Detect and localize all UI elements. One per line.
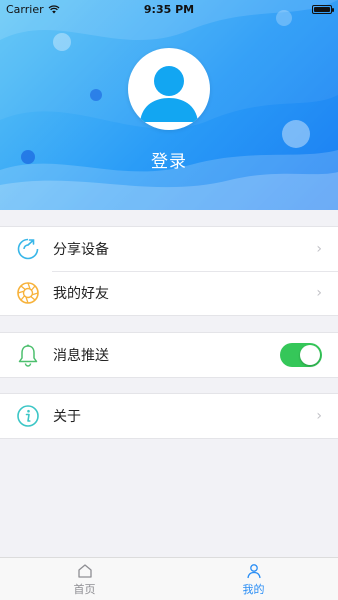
user-icon <box>246 563 261 578</box>
toggle-knob <box>300 345 320 365</box>
share-device-item[interactable]: 分享设备 › <box>0 227 338 271</box>
profile-header: 登录 <box>0 0 338 210</box>
aperture-icon <box>15 280 41 306</box>
about-label: 关于 <box>53 409 81 425</box>
push-notification-toggle[interactable] <box>280 343 322 367</box>
share-refresh-icon <box>15 236 41 262</box>
battery-icon <box>312 4 334 14</box>
push-notification-item: 消息推送 <box>0 333 338 377</box>
login-button[interactable]: 登录 <box>0 147 338 172</box>
user-silhouette-icon <box>140 66 198 122</box>
tab-bar: 首页 我的 <box>0 557 338 600</box>
my-friends-item[interactable]: 我的好友 › <box>0 271 338 315</box>
bell-icon <box>15 342 41 368</box>
menu-group-about: 关于 › <box>0 393 338 439</box>
menu-group-notifications: 消息推送 <box>0 332 338 378</box>
chevron-right-icon: › <box>316 408 322 424</box>
avatar[interactable] <box>128 48 210 130</box>
tab-home-label: 首页 <box>73 582 96 596</box>
tab-mine-label: 我的 <box>242 582 265 596</box>
about-item[interactable]: 关于 › <box>0 394 338 438</box>
carrier-label: Carrier <box>6 2 44 16</box>
tab-mine[interactable]: 我的 <box>169 558 338 600</box>
tab-home[interactable]: 首页 <box>0 558 169 600</box>
home-icon <box>77 563 92 578</box>
chevron-right-icon: › <box>316 285 322 301</box>
push-notification-label: 消息推送 <box>53 348 109 364</box>
my-friends-label: 我的好友 <box>53 286 109 302</box>
menu-group-share: 分享设备 › 我的好友 › <box>0 226 338 316</box>
status-bar: Carrier 9:35 PM <box>0 0 338 18</box>
share-device-label: 分享设备 <box>53 242 109 258</box>
wifi-icon <box>48 4 60 13</box>
chevron-right-icon: › <box>316 241 322 257</box>
info-icon <box>15 403 41 429</box>
